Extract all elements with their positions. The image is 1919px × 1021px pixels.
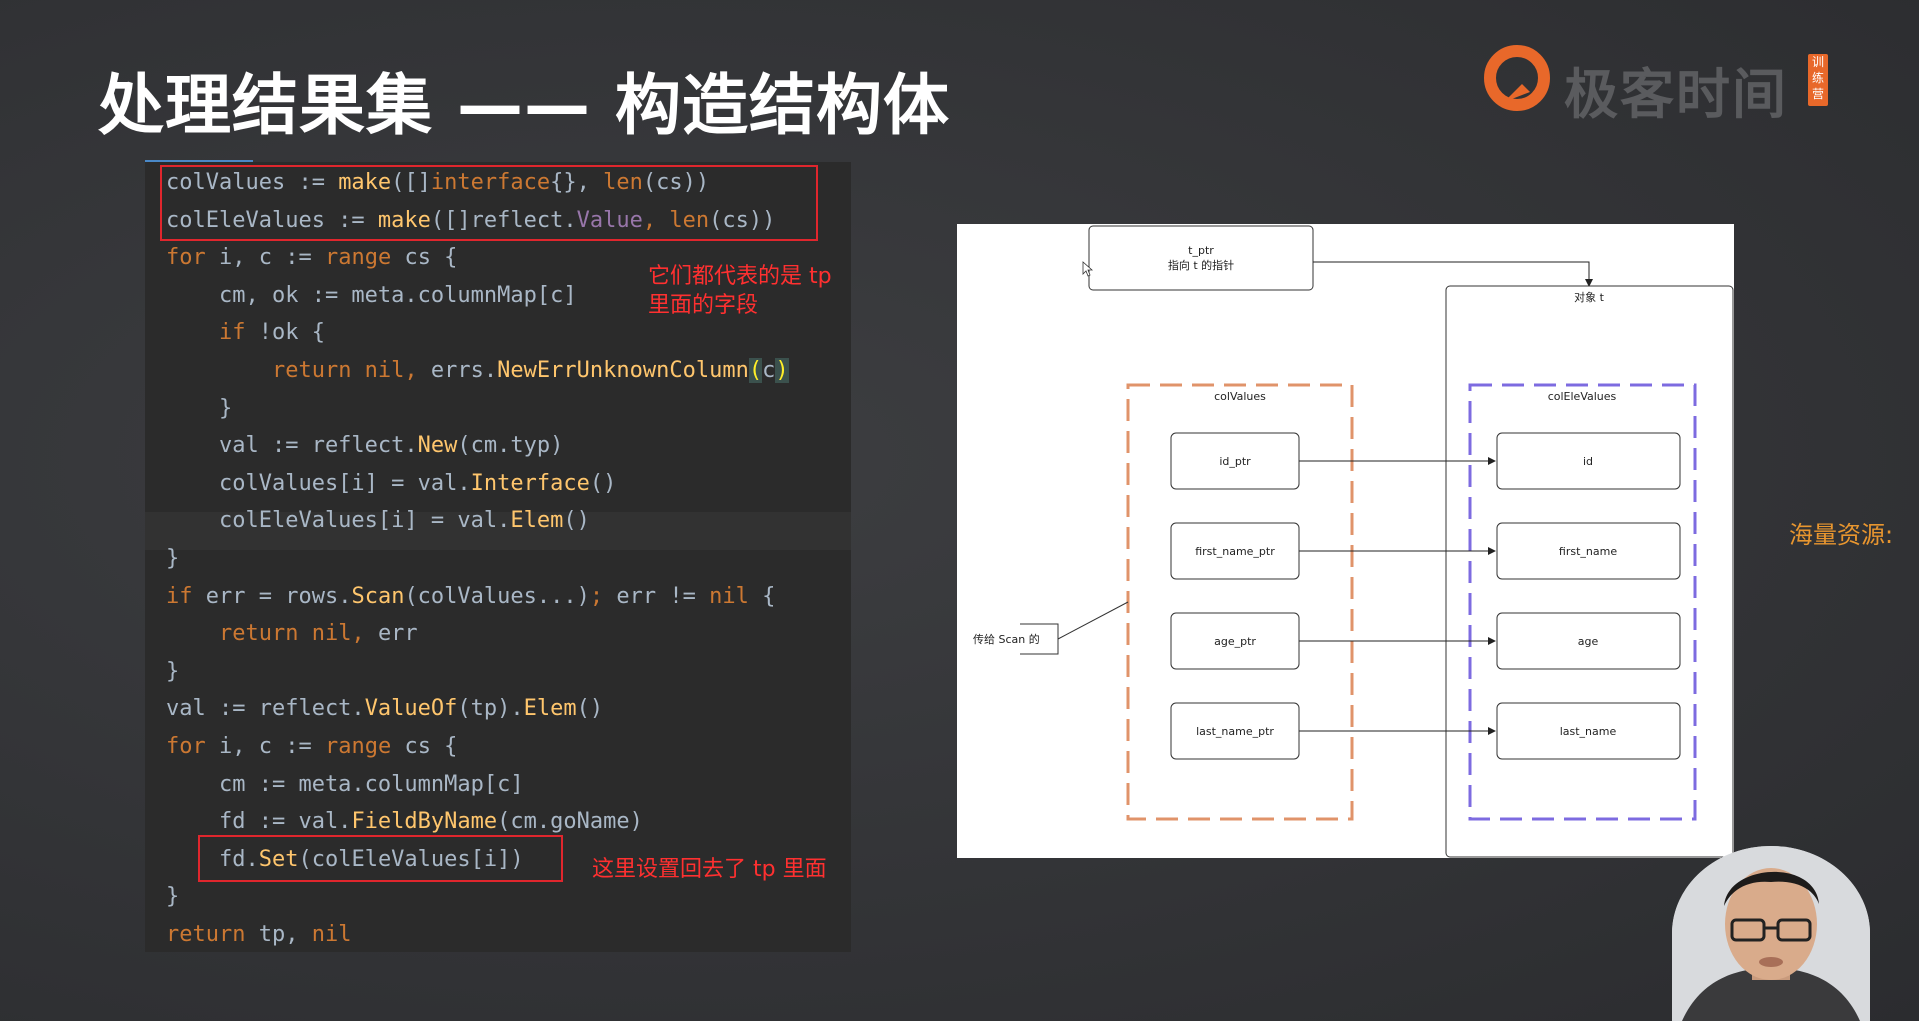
code-line: cm := meta.columnMap[c] xyxy=(166,771,524,797)
slide-title: 处理结果集 —— 构造结构体 xyxy=(98,67,950,144)
left-box-label: last_name_ptr xyxy=(1196,725,1274,738)
t-ptr-label: t_ptr xyxy=(1188,244,1214,257)
right-box-label: id xyxy=(1583,455,1593,468)
left-box-label: id_ptr xyxy=(1219,455,1251,468)
col-ele-values-label: colEleValues xyxy=(1548,390,1617,403)
code-line: val := reflect.New(cm.typ) xyxy=(166,433,564,459)
highlight-box-make-values xyxy=(160,165,818,241)
object-t-label: 对象 t xyxy=(1574,290,1604,304)
left-box-label: first_name_ptr xyxy=(1195,545,1275,558)
scan-callout-label: 传给 Scan 的 xyxy=(973,632,1040,646)
code-line: if !ok { xyxy=(218,320,325,346)
code-line: if err = rows.Scan(colValues...); err !=… xyxy=(166,583,776,609)
logo-mark-icon xyxy=(1484,45,1550,111)
code-line: } xyxy=(166,884,180,910)
annotation-set-back: 这里设置回去了 tp 里面 xyxy=(592,857,827,882)
memory-diagram: t_ptr 指向 t 的指针 对象 t colValues colEleValu… xyxy=(957,224,1734,858)
t-ptr-box xyxy=(1088,225,1314,291)
annotation-fields-line2: 里面的字段 xyxy=(648,293,759,318)
code-line: return nil, err xyxy=(218,621,418,647)
code-line: return nil, errs.NewErrUnknownColumn(c) xyxy=(271,358,789,383)
code-line: colValues[i] = val.Interface() xyxy=(166,470,617,496)
code-line: } xyxy=(166,395,233,421)
code-line: cm, ok := meta.columnMap[c] xyxy=(166,282,577,308)
presenter-webcam xyxy=(1672,846,1870,1021)
right-box-label: first_name xyxy=(1559,545,1617,558)
annotation-fields-line1: 它们都代表的是 tp xyxy=(648,264,832,289)
right-box-label: age xyxy=(1578,635,1599,648)
left-box-label: age_ptr xyxy=(1214,635,1256,648)
right-box-label: last_name xyxy=(1560,725,1617,738)
code-line: for i, c := range cs { xyxy=(166,245,458,271)
scan-callout-line xyxy=(1057,601,1129,640)
code-line: for i, c := range cs { xyxy=(166,734,458,759)
col-values-label: colValues xyxy=(1214,390,1266,403)
logo-text: 极客时间 xyxy=(1564,63,1788,126)
side-note: 海量资源: xyxy=(1789,521,1894,549)
t-ptr-arrow xyxy=(1313,261,1593,287)
code-line: } xyxy=(166,546,180,571)
code-line: return tp, nil xyxy=(166,922,352,947)
logo-badge: 训练营 xyxy=(1808,54,1828,106)
code-line: } xyxy=(166,658,180,684)
code-line: val := reflect.ValueOf(tp).Elem() xyxy=(166,696,604,722)
code-line: colEleValues[i] = val.Elem() xyxy=(166,508,590,534)
t-ptr-desc: 指向 t 的指针 xyxy=(1168,258,1234,272)
highlight-box-fd-set xyxy=(198,835,563,882)
